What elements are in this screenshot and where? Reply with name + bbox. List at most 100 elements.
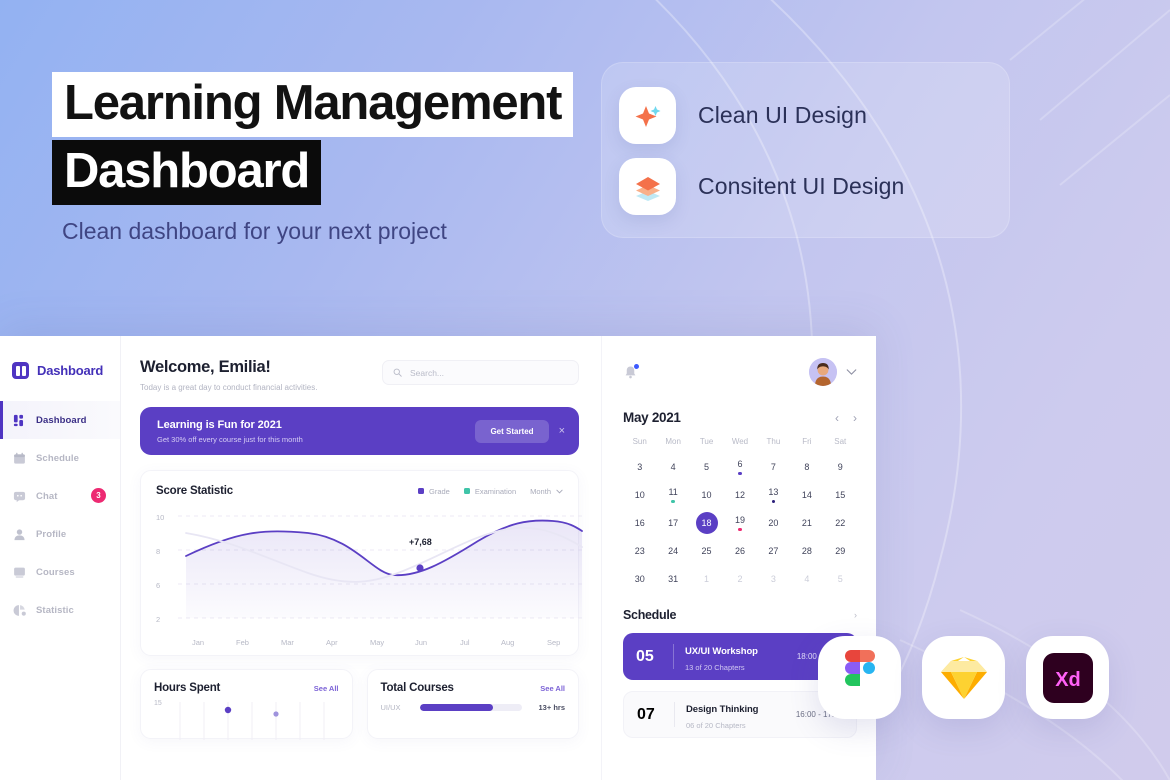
calendar-day[interactable]: 28	[790, 539, 823, 564]
calendar-day[interactable]: 5	[824, 567, 857, 592]
calendar-icon	[12, 451, 26, 465]
schedule-more-icon[interactable]: ›	[854, 610, 857, 620]
welcome-header: Welcome, Emilia! Today is a great day to…	[140, 358, 579, 392]
page-title: Welcome, Emilia!	[140, 358, 271, 376]
y-tick-label: 10	[156, 513, 165, 522]
calendar-day[interactable]: 21	[790, 511, 823, 536]
calendar-day[interactable]: 24	[656, 539, 689, 564]
hours-spent-header: Hours Spent See All	[154, 682, 339, 694]
calendar-day[interactable]: 9	[824, 455, 857, 480]
calendar-grid: Sun Mon Tue Wed Thu Fri Sat 3 4 5 6 7 8 9 10 11 1…	[623, 437, 857, 592]
calendar-day[interactable]: 25	[690, 539, 723, 564]
search-box[interactable]	[382, 360, 579, 385]
calendar-day[interactable]: 8	[790, 455, 823, 480]
calendar-day-number: 22	[835, 518, 846, 528]
calendar-day[interactable]: 23	[623, 539, 656, 564]
calendar-prev-button[interactable]: ‹	[835, 412, 839, 424]
y-tick-label: 15	[154, 700, 162, 707]
range-select[interactable]: Month	[530, 487, 563, 496]
sidebar-item-label: Chat	[36, 490, 58, 502]
chevron-down-icon[interactable]	[846, 367, 857, 378]
calendar-day[interactable]: 29	[824, 539, 857, 564]
calendar-next-button[interactable]: ›	[853, 412, 857, 424]
course-progress-bar	[419, 704, 522, 711]
calendar-day[interactable]: 20	[757, 511, 790, 536]
calendar-day[interactable]: 1	[690, 567, 723, 592]
hours-see-all-link[interactable]: See All	[314, 684, 339, 693]
schedule-day: 07	[637, 705, 655, 723]
x-tick-label: May	[370, 638, 385, 647]
calendar-event-dot	[771, 499, 776, 504]
calendar-day[interactable]: 4	[790, 567, 823, 592]
x-tick-label: Apr	[326, 638, 338, 647]
promo-title: Learning is Fun for 2021	[157, 418, 282, 431]
total-courses-card: Total Courses See All UI/UX 13+ hrs	[366, 669, 579, 739]
calendar-day[interactable]: 13	[757, 483, 790, 508]
chat-icon	[12, 489, 26, 503]
calendar-day-number: 30	[634, 574, 645, 584]
calendar-day[interactable]: 10	[623, 483, 656, 508]
hours-spent-plot: 15	[154, 700, 339, 740]
sidebar-item-dashboard[interactable]: Dashboard	[0, 401, 120, 439]
sidebar-nav: Dashboard Schedule Chat 3 Profile Course…	[0, 401, 120, 629]
sidebar-item-schedule[interactable]: Schedule	[0, 439, 120, 477]
sparkle-icon	[619, 87, 676, 144]
calendar-day-number: 28	[801, 546, 812, 556]
sidebar-item-courses[interactable]: Courses	[0, 553, 120, 591]
calendar-day[interactable]: 12	[723, 483, 756, 508]
x-tick-label: Jul	[460, 638, 470, 647]
score-statistic-card: Score Statistic Grade Examination Month	[140, 470, 583, 656]
calendar-day-number: 23	[634, 546, 645, 556]
sidebar: Dashboard Dashboard Schedule Chat 3 Prof…	[0, 336, 121, 780]
calendar-day[interactable]: 3	[757, 567, 790, 592]
svg-text:Xd: Xd	[1055, 669, 1081, 691]
calendar-day-number: 26	[734, 546, 745, 556]
sidebar-item-profile[interactable]: Profile	[0, 515, 120, 553]
calendar-day[interactable]: 11	[656, 483, 689, 508]
y-tick-label: 2	[156, 615, 161, 624]
calendar-day[interactable]: 19	[723, 511, 756, 536]
get-started-button[interactable]: Get Started	[475, 419, 549, 443]
calendar-dow: Sun	[632, 437, 647, 446]
calendar-day[interactable]: 31	[656, 567, 689, 592]
hero-title: Learning Management Dashboard	[52, 72, 574, 205]
sidebar-item-statistic[interactable]: Statistic	[0, 591, 120, 629]
search-input[interactable]	[410, 367, 568, 378]
bell-icon[interactable]	[623, 363, 639, 380]
calendar-day[interactable]: 4	[656, 455, 689, 480]
calendar-day-number: 3	[637, 462, 643, 472]
sidebar-item-label: Courses	[36, 566, 75, 578]
calendar-day[interactable]: 14	[790, 483, 823, 508]
schedule-header: Schedule ›	[623, 608, 857, 622]
calendar-day[interactable]: 7	[757, 455, 790, 480]
close-icon[interactable]: ×	[559, 425, 565, 437]
calendar-day-number: 5	[837, 574, 843, 584]
courses-see-all-link[interactable]: See All	[540, 684, 565, 693]
calendar-day[interactable]: 26	[723, 539, 756, 564]
sidebar-item-chat[interactable]: Chat 3	[0, 477, 120, 515]
calendar-day[interactable]: 5	[690, 455, 723, 480]
calendar-day-number: 16	[634, 518, 645, 528]
calendar-day[interactable]: 27	[757, 539, 790, 564]
chart-header: Score Statistic Grade Examination Month	[156, 485, 563, 497]
calendar-day[interactable]: 18	[690, 511, 723, 536]
calendar-day-number: 20	[768, 518, 779, 528]
page-subtitle: Today is a great day to conduct financia…	[140, 383, 318, 392]
calendar-day[interactable]: 6	[723, 455, 756, 480]
user-menu[interactable]	[809, 358, 857, 386]
calendar-day[interactable]: 2	[723, 567, 756, 592]
calendar-event-dot	[671, 499, 675, 504]
calendar-day[interactable]: 3	[623, 455, 656, 480]
x-tick-label: Aug	[501, 638, 515, 647]
calendar-dow: Sat	[834, 437, 847, 446]
avatar[interactable]	[809, 358, 837, 386]
calendar-day[interactable]: 10	[690, 483, 723, 508]
calendar-day[interactable]: 17	[656, 511, 689, 536]
calendar-day[interactable]: 16	[623, 511, 656, 536]
calendar-day[interactable]: 15	[824, 483, 857, 508]
chart-tooltip-value: +7,68	[409, 537, 432, 547]
calendar-day-number: 25	[701, 546, 712, 556]
calendar-day[interactable]: 30	[623, 567, 656, 592]
calendar-day[interactable]: 22	[824, 511, 857, 536]
hero-title-line2: Dashboard	[52, 139, 322, 205]
